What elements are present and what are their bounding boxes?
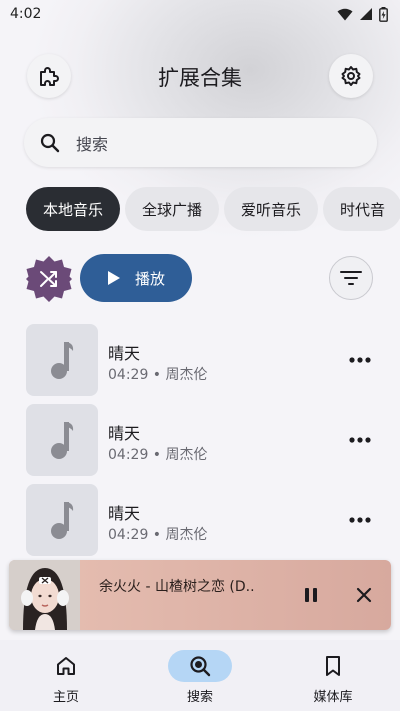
tab-local-music[interactable]: 本地音乐	[26, 187, 121, 231]
pause-button[interactable]	[288, 582, 334, 608]
shuffle-badge	[26, 256, 72, 302]
search-bar[interactable]: 搜索	[24, 118, 377, 167]
song-title: 晴天	[108, 424, 141, 443]
nav-search[interactable]: 搜索	[140, 640, 260, 711]
status-icons	[337, 6, 388, 22]
nav-library-label: 媒体库	[313, 690, 353, 705]
song-thumbnail	[26, 484, 98, 556]
search-icon	[40, 133, 60, 152]
nav-home-label: 主页	[52, 690, 79, 705]
tab-aiting-music[interactable]: 爱听音乐	[224, 187, 319, 231]
song-title: 晴天	[108, 504, 141, 523]
nav-search-label: 搜索	[186, 690, 213, 705]
song-list: 晴天 04:29 • 周杰伦 晴天 04:29 • 周杰伦 晴天 04:29 •…	[0, 323, 400, 563]
category-tabs: 本地音乐 全球广播 爱听音乐 时代音	[26, 187, 400, 231]
sort-button[interactable]	[329, 256, 373, 300]
search-input[interactable]: 搜索	[76, 131, 108, 155]
mini-player[interactable]: 余火火 - 山楂树之恋 (D..	[9, 560, 391, 630]
nav-library[interactable]: 媒体库	[273, 640, 393, 711]
nav-library-pill	[301, 650, 365, 682]
now-playing-title: 余火火 - 山楂树之恋 (D..	[99, 579, 255, 595]
more-options-button[interactable]	[346, 428, 374, 452]
tab-shidai[interactable]: 时代音	[323, 187, 400, 231]
battery-icon	[379, 6, 388, 22]
music-note-icon	[51, 422, 74, 459]
nav-search-pill	[168, 650, 232, 682]
header: 扩展合集	[0, 52, 400, 100]
nav-home[interactable]: 主页	[6, 640, 126, 711]
bookmark-icon	[326, 656, 340, 676]
status-time: 4:02	[10, 6, 42, 22]
signal-icon	[360, 8, 372, 20]
bottom-nav: 主页 搜索 媒体库	[0, 640, 400, 711]
play-all-button[interactable]: 播放	[80, 254, 192, 302]
home-icon	[57, 657, 75, 675]
song-thumbnail	[26, 324, 98, 396]
wifi-icon	[337, 8, 353, 20]
status-bar: 4:02	[0, 0, 400, 28]
song-thumbnail	[26, 404, 98, 476]
list-item[interactable]: 晴天 04:29 • 周杰伦	[0, 483, 400, 563]
shuffle-button[interactable]	[25, 255, 73, 303]
more-options-button[interactable]	[346, 348, 374, 372]
close-player-button[interactable]	[341, 582, 387, 608]
song-meta: 04:29 • 周杰伦	[108, 367, 208, 383]
nav-home-pill	[34, 650, 98, 682]
close-icon	[356, 587, 372, 603]
more-horizontal-icon	[349, 357, 371, 363]
album-cover[interactable]	[9, 560, 80, 630]
more-options-button[interactable]	[346, 508, 374, 532]
gear-icon	[341, 66, 361, 86]
list-item[interactable]: 晴天 04:29 • 周杰伦	[0, 323, 400, 403]
sort-icon	[340, 271, 362, 285]
music-note-icon	[51, 342, 74, 379]
song-meta: 04:29 • 周杰伦	[108, 527, 208, 543]
play-all-label: 播放	[134, 269, 165, 288]
search-icon	[190, 656, 211, 677]
pause-icon	[305, 588, 317, 602]
tab-global-radio[interactable]: 全球广播	[125, 187, 220, 231]
music-note-icon	[51, 502, 74, 539]
song-title: 晴天	[108, 344, 141, 363]
list-item[interactable]: 晴天 04:29 • 周杰伦	[0, 403, 400, 483]
settings-button[interactable]	[329, 54, 373, 98]
song-meta: 04:29 • 周杰伦	[108, 447, 208, 463]
play-icon	[107, 271, 120, 285]
album-art-image	[9, 560, 80, 630]
more-horizontal-icon	[349, 437, 371, 443]
more-horizontal-icon	[349, 517, 371, 523]
